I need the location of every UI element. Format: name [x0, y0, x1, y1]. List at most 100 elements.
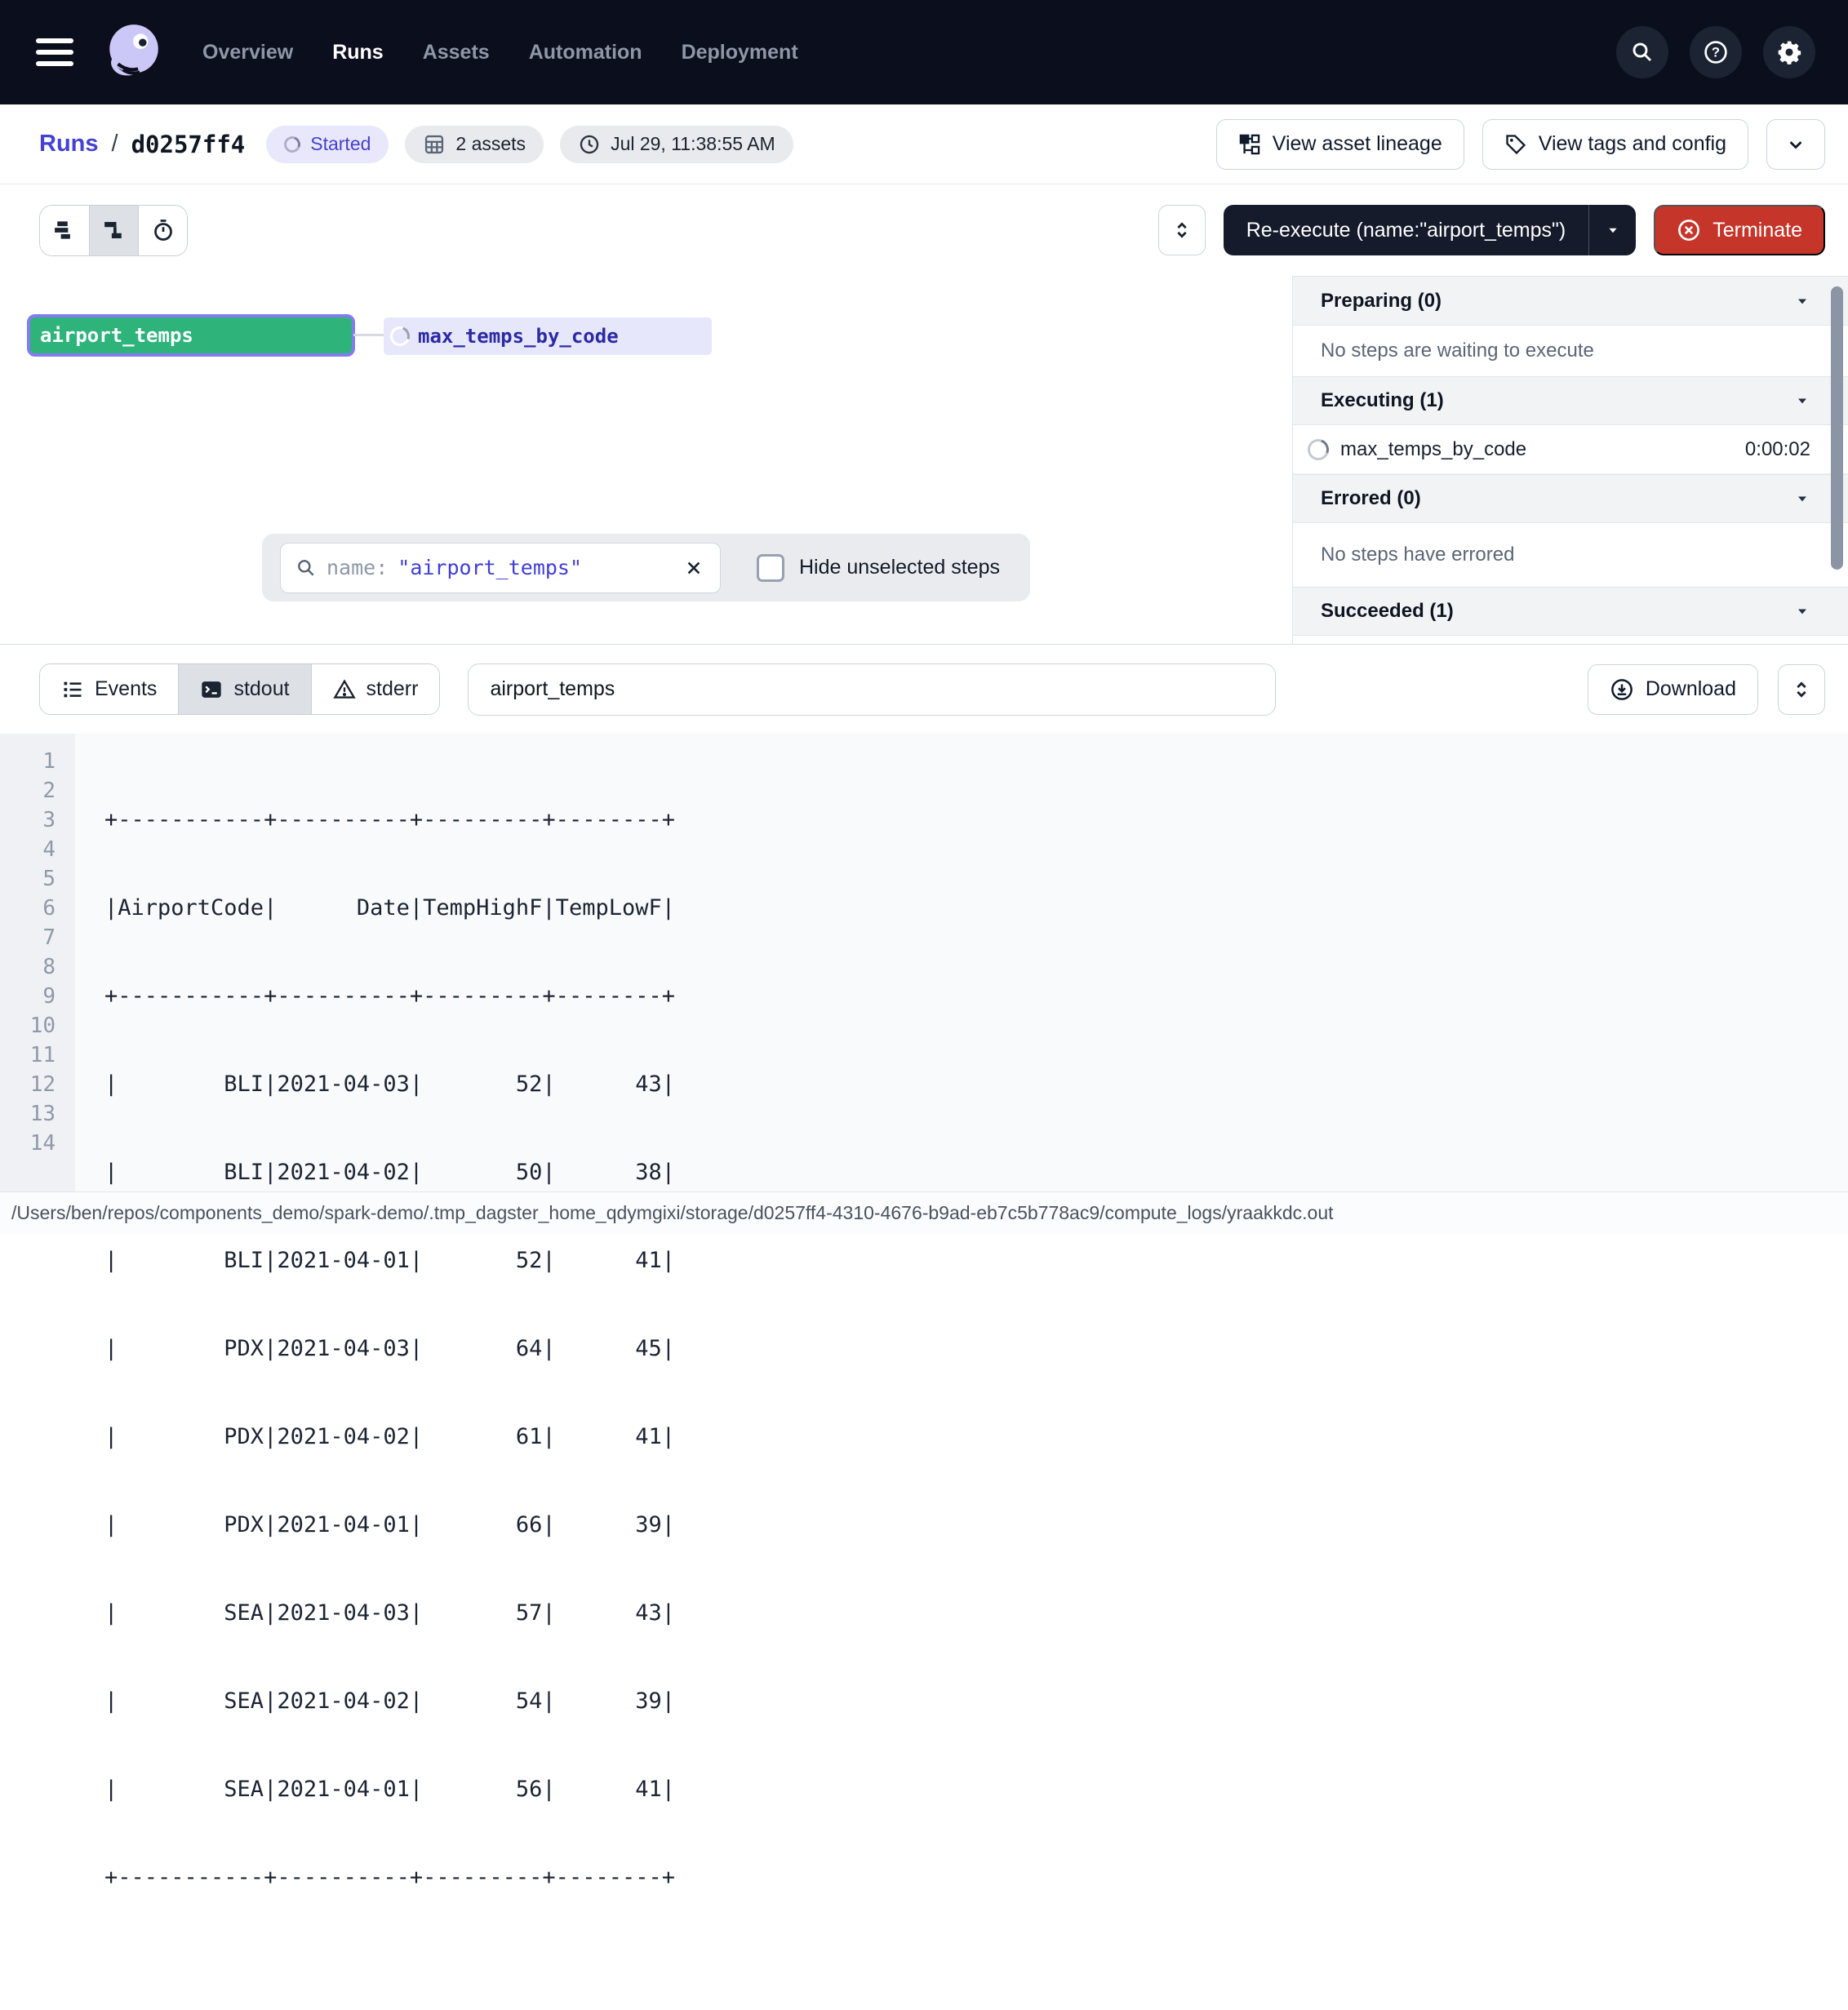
nav-item-deployment[interactable]: Deployment — [682, 41, 798, 64]
log-viewer[interactable]: 123 456 789 101112 1314 +-----------+---… — [0, 734, 1848, 1191]
terminate-button[interactable]: Terminate — [1654, 205, 1825, 255]
tag-icon — [1504, 133, 1527, 156]
gantt-waterfall-icon — [102, 218, 127, 242]
nav-item-overview[interactable]: Overview — [202, 41, 293, 64]
panel-section-errored[interactable]: Errored (0) — [1293, 474, 1848, 523]
gantt-step-label: max_temps_by_code — [418, 325, 619, 348]
event-list-icon — [61, 678, 84, 701]
status-spinner-icon — [282, 133, 304, 155]
download-log-button[interactable]: Download — [1588, 664, 1758, 715]
caret-down-icon — [1794, 293, 1810, 309]
log-type-tabs: Events stdout stderr — [39, 663, 440, 715]
nav-item-runs[interactable]: Runs — [332, 41, 384, 64]
gantt-flat-icon — [52, 218, 77, 242]
caret-down-icon — [1794, 393, 1810, 409]
assets-grid-icon — [423, 133, 446, 156]
reexecute-button[interactable]: Re-execute (name:"airport_temps") — [1224, 205, 1637, 255]
cancel-circle-icon — [1677, 218, 1701, 242]
hide-unselected-steps-label[interactable]: Hide unselected steps — [799, 556, 1000, 579]
log-content: +-----------+----------+---------+------… — [75, 734, 675, 1191]
dagster-logo-icon[interactable] — [101, 20, 165, 84]
zoom-fit-button[interactable] — [1158, 205, 1206, 255]
view-asset-lineage-button[interactable]: View asset lineage — [1216, 119, 1464, 170]
assets-count-badge[interactable]: 2 assets — [405, 126, 544, 163]
gantt-step-label: airport_temps — [40, 324, 193, 347]
log-line: +-----------+----------+---------+------… — [104, 1863, 675, 1892]
search-icon — [1630, 40, 1655, 64]
log-step-input[interactable]: airport_temps — [468, 663, 1276, 716]
filter-query-prefix: name: — [327, 556, 388, 579]
run-steps-side-panel: Preparing (0) No steps are waiting to ex… — [1292, 276, 1848, 644]
view-tags-and-config-button[interactable]: View tags and config — [1482, 119, 1748, 170]
panel-section-succeeded[interactable]: Succeeded (1) — [1293, 587, 1848, 636]
help-button[interactable]: ? — [1690, 26, 1742, 78]
gantt-and-panel: airport_temps max_temps_by_code name: "a… — [0, 276, 1848, 644]
clear-filter-button[interactable] — [682, 557, 705, 579]
expand-vertical-icon — [1790, 678, 1813, 701]
nav-item-assets[interactable]: Assets — [423, 41, 490, 64]
breadcrumb-runs-link[interactable]: Runs — [39, 131, 99, 158]
log-line: | SEA|2021-04-03| 57| 43| — [104, 1599, 675, 1628]
settings-button[interactable] — [1763, 26, 1815, 78]
run-toolbar: Re-execute (name:"airport_temps") Termin… — [0, 184, 1848, 276]
caret-down-icon — [1794, 490, 1810, 507]
gantt-waterfall-view-button[interactable] — [89, 206, 138, 255]
clock-icon — [578, 133, 601, 156]
run-header: Runs / d0257ff4 Started 2 assets Jul 29,… — [0, 104, 1848, 184]
log-line: | BLI|2021-04-01| 52| 41| — [104, 1246, 675, 1276]
executing-step-name: max_temps_by_code — [1340, 438, 1526, 461]
panel-section-preparing[interactable]: Preparing (0) — [1293, 277, 1848, 326]
search-button[interactable] — [1616, 26, 1668, 78]
breadcrumb-separator: / — [112, 131, 118, 158]
help-icon: ? — [1703, 39, 1729, 65]
log-file-path: /Users/ben/repos/components_demo/spark-d… — [11, 1202, 1334, 1224]
hamburger-menu-icon[interactable] — [36, 38, 73, 66]
caret-down-icon — [1604, 221, 1622, 239]
search-icon — [295, 557, 317, 579]
gantt-dependency-line — [353, 334, 385, 336]
executing-step-elapsed: 0:00:02 — [1745, 438, 1810, 461]
log-line: | PDX|2021-04-01| 66| 39| — [104, 1511, 675, 1540]
executing-spinner-icon — [1304, 435, 1333, 464]
tab-stderr[interactable]: stderr — [311, 664, 440, 714]
nav-item-automation[interactable]: Automation — [529, 41, 642, 64]
log-line: +-----------+----------+---------+------… — [104, 805, 675, 835]
window-scrollbar-thumb[interactable] — [1831, 286, 1843, 570]
gantt-step-airport-temps[interactable]: airport_temps — [27, 314, 355, 357]
log-expand-button[interactable] — [1778, 664, 1825, 715]
hide-unselected-steps-checkbox[interactable] — [757, 554, 784, 582]
panel-section-executing[interactable]: Executing (1) — [1293, 376, 1848, 425]
log-line: | SEA|2021-04-02| 54| 39| — [104, 1687, 675, 1716]
main-nav: Overview Runs Assets Automation Deployme… — [202, 41, 798, 64]
step-filter-input[interactable]: name: "airport_temps" — [280, 543, 721, 593]
close-icon — [682, 557, 705, 579]
log-line: +-----------+----------+---------+------… — [104, 982, 675, 1011]
svg-text:?: ? — [1712, 45, 1720, 60]
gantt-step-max-temps-by-code[interactable]: max_temps_by_code — [384, 317, 712, 355]
gantt-flat-view-button[interactable] — [40, 206, 89, 255]
log-line: | BLI|2021-04-02| 50| 38| — [104, 1158, 675, 1187]
gantt-view-toggle — [39, 205, 188, 256]
step-filter-bar: name: "airport_temps" Hide unselected st… — [262, 534, 1030, 601]
run-id: d0257ff4 — [131, 131, 246, 158]
expand-vertical-icon — [1171, 219, 1193, 242]
executing-spinner-icon — [387, 323, 413, 349]
warning-triangle-icon — [333, 678, 356, 701]
tab-events[interactable]: Events — [40, 664, 178, 714]
terminal-icon — [200, 678, 223, 701]
reexecute-label: Re-execute (name:"airport_temps") — [1224, 205, 1589, 255]
reexecute-dropdown-button[interactable] — [1588, 205, 1636, 255]
run-header-more-button[interactable] — [1766, 119, 1825, 170]
log-line: | PDX|2021-04-02| 61| 41| — [104, 1422, 675, 1452]
gantt-timer-view-button[interactable] — [138, 206, 187, 255]
tab-stdout[interactable]: stdout — [178, 664, 310, 714]
preparing-empty-message: No steps are waiting to execute — [1293, 326, 1848, 376]
log-line-numbers: 123 456 789 101112 1314 — [0, 734, 75, 1191]
log-line: | BLI|2021-04-03| 52| 43| — [104, 1070, 675, 1099]
top-nav: Overview Runs Assets Automation Deployme… — [0, 0, 1848, 104]
run-start-time-badge: Jul 29, 11:38:55 AM — [560, 126, 793, 163]
filter-query-value: "airport_temps" — [398, 556, 582, 579]
errored-empty-message: No steps have errored — [1293, 523, 1848, 587]
gantt-chart: airport_temps max_temps_by_code name: "a… — [0, 276, 1292, 644]
executing-step-row[interactable]: max_temps_by_code 0:00:02 — [1293, 425, 1848, 474]
